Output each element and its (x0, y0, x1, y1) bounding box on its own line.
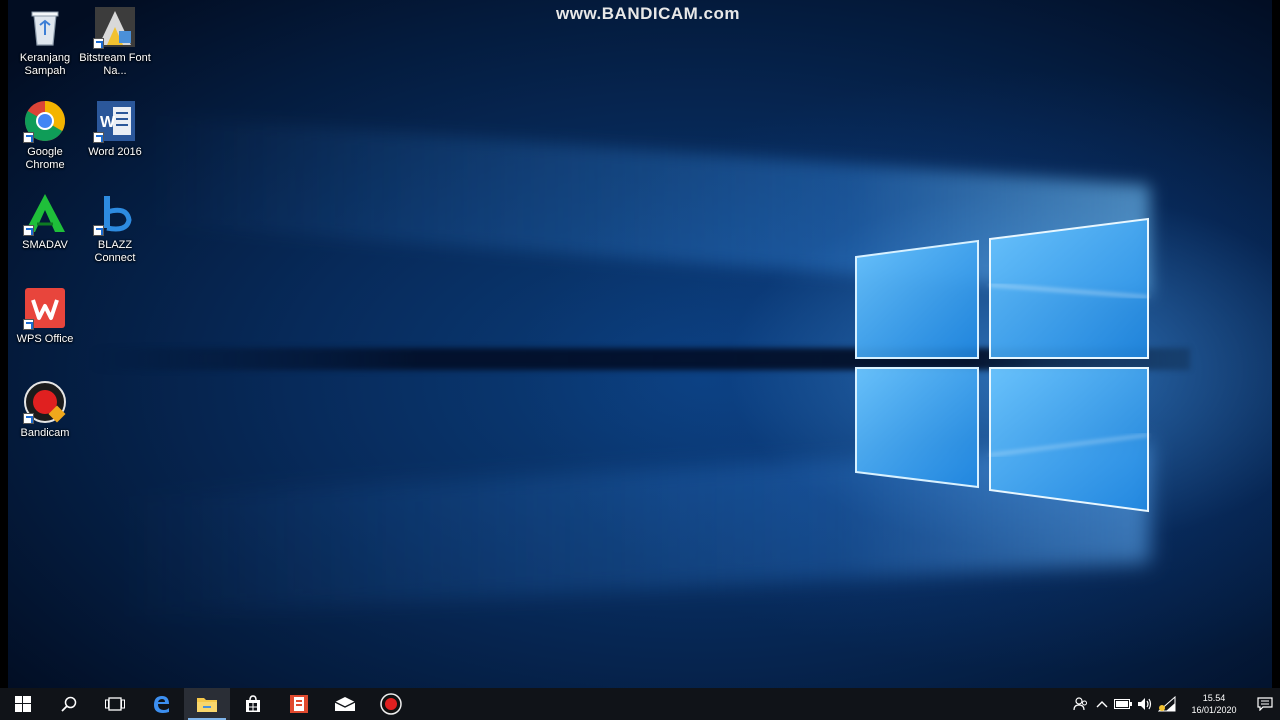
desktop-icon-label: SMADAV (22, 239, 68, 251)
desktop-icon-smadav[interactable]: SMADAV (9, 192, 81, 252)
task-view-icon (105, 697, 125, 711)
store-icon (246, 695, 260, 712)
video-letterbox-left (0, 0, 8, 688)
shortcut-arrow-icon (23, 413, 34, 424)
video-letterbox-right (1272, 0, 1280, 688)
desktop-icon-label: Bitstream Font Na... (79, 52, 151, 77)
shortcut-arrow-icon (23, 225, 34, 236)
bandicam-watermark: www.BANDICAM.com (556, 4, 740, 23)
desktop-icon-label: Word 2016 (88, 146, 142, 158)
battery-icon[interactable] (1112, 688, 1134, 720)
volume-icon[interactable] (1134, 688, 1156, 720)
bitstream-font-icon (93, 5, 137, 49)
mail-icon (334, 697, 356, 711)
taskbar-clock[interactable]: 15.54 16/01/2020 (1184, 692, 1244, 716)
shortcut-arrow-icon (23, 319, 34, 330)
edge-button[interactable] (138, 688, 184, 720)
blazz-connect-icon (93, 192, 137, 236)
folder-icon (197, 698, 217, 712)
edge-icon (154, 696, 169, 713)
chevron-up-icon[interactable] (1092, 688, 1112, 720)
desktop-icon-label: Keranjang Sampah (19, 52, 71, 77)
notification-icon (1257, 697, 1273, 711)
desktop-icon-bandicam[interactable]: Bandicam (9, 380, 81, 440)
desktop-icon-label: BLAZZ Connect (94, 239, 136, 264)
desktop-icon-wps-office[interactable]: WPS Office (9, 286, 81, 346)
people-icon[interactable] (1070, 688, 1092, 720)
wps-office-icon (23, 286, 67, 330)
clock-time: 15.54 (1202, 693, 1226, 703)
svg-text:W: W (100, 114, 116, 131)
file-explorer-button[interactable] (184, 688, 230, 720)
task-view-button[interactable] (92, 688, 138, 720)
word-icon: W (93, 99, 137, 143)
windows-logo-wallpaper (855, 217, 1149, 513)
desktop-icon-blazz-connect[interactable]: BLAZZ Connect (79, 192, 151, 265)
office-button[interactable] (276, 688, 322, 720)
bandicam-taskbar-button[interactable] (368, 688, 414, 720)
desktop-icon-recycle-bin[interactable]: Keranjang Sampah (9, 5, 81, 78)
bandicam-icon (23, 380, 67, 424)
shortcut-arrow-icon (93, 38, 104, 49)
desktop-icon-label: Google Chrome (25, 146, 65, 171)
desktop-icon-word-2016[interactable]: W Word 2016 (79, 99, 151, 159)
search-icon (61, 696, 77, 712)
recycle-bin-icon (23, 5, 67, 49)
taskbar: 15.54 16/01/2020 (0, 688, 1280, 720)
desktop-icon-bitstream-font[interactable]: Bitstream Font Na... (79, 5, 151, 78)
desktop-icon-label: Bandicam (20, 427, 70, 439)
windows-start-icon (15, 696, 31, 712)
network-icon[interactable] (1156, 688, 1178, 720)
system-tray: 15.54 16/01/2020 (1070, 688, 1280, 720)
clock-date: 16/01/2020 (1191, 705, 1237, 715)
office-icon (290, 695, 308, 713)
start-button[interactable] (0, 688, 46, 720)
shortcut-arrow-icon (93, 225, 104, 236)
notification-center-button[interactable] (1250, 688, 1280, 720)
chrome-icon (23, 99, 67, 143)
smadav-icon (23, 192, 67, 236)
search-button[interactable] (46, 688, 92, 720)
shortcut-arrow-icon (93, 132, 104, 143)
shortcut-arrow-icon (23, 132, 34, 143)
store-button[interactable] (230, 688, 276, 720)
desktop[interactable]: www.BANDICAM.com Keranjang Sampah Bitstr… (0, 0, 1280, 720)
desktop-icon-label: WPS Office (16, 333, 74, 345)
desktop-icon-google-chrome[interactable]: Google Chrome (9, 99, 81, 172)
record-icon (380, 693, 402, 715)
mail-button[interactable] (322, 688, 368, 720)
